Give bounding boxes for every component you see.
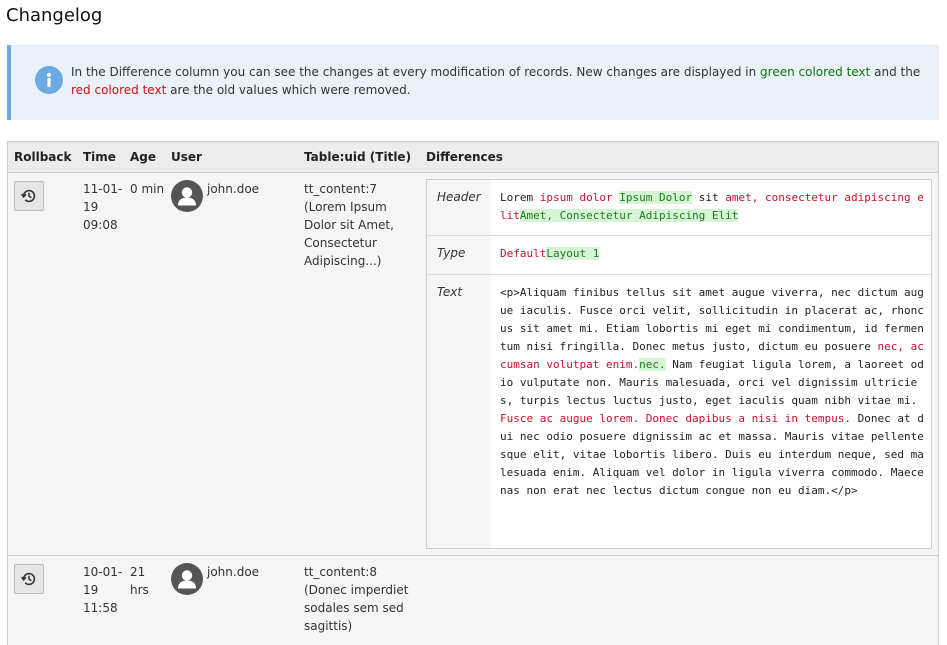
row-record[interactable]: tt_content:7 (Lorem Ipsum Dolor sit Amet… — [304, 180, 422, 270]
removed-text: ipsum dolor — [539, 191, 613, 204]
user-avatar-icon — [171, 180, 203, 212]
diff-field-label: Type — [427, 236, 491, 274]
info-callout: In the Difference column you can see the… — [7, 45, 939, 120]
diff-row-header: Header Lorem ipsum dolor Ipsum Dolor sit… — [427, 180, 931, 236]
diff-value: Lorem ipsum dolor Ipsum Dolor sit amet, … — [500, 189, 925, 225]
info-green-text: green colored text — [760, 65, 871, 79]
rollback-button[interactable] — [14, 564, 44, 594]
row-age: 0 min — [130, 182, 165, 196]
row-age: 21 hrs — [130, 565, 149, 597]
info-text-after: are the old values which were removed. — [166, 83, 411, 97]
unchanged-text: Lorem — [500, 191, 540, 204]
unchanged-text: <p>Aliquam finibus tellus sit amet augue… — [500, 286, 924, 353]
table-row: 11-01-19 09:08 0 min john.doe tt_content… — [8, 173, 938, 556]
diff-row-type: Type DefaultLayout 1 — [427, 236, 931, 275]
row-time: 10-01-19 11:58 — [83, 565, 123, 615]
rollback-button[interactable] — [14, 181, 44, 211]
unchanged-text: sit — [692, 191, 726, 204]
removed-text: Fusce ac augue lorem. Donec dapibus a ni… — [500, 412, 851, 425]
changelog-table: Rollback Time Age User Table:uid (Title)… — [7, 141, 939, 645]
history-icon — [21, 572, 36, 586]
header-time: Time — [83, 150, 116, 164]
header-rollback: Rollback — [14, 150, 72, 164]
header-age: Age — [130, 150, 157, 164]
info-text-middle: and the — [870, 65, 921, 79]
diff-value: <p>Aliquam finibus tellus sit amet augue… — [500, 284, 925, 500]
row-time: 11-01-19 09:08 — [83, 182, 123, 232]
table-row: 10-01-19 11:58 21 hrs john.doe tt_conten… — [8, 556, 938, 645]
page-title: Changelog — [6, 5, 103, 26]
info-red-text: red colored text — [71, 83, 167, 97]
diff-field-label: Text — [427, 275, 491, 548]
inserted-text: Amet, Consectetur Adipiscing Elit — [519, 209, 739, 222]
header-table-uid: Table:uid (Title) — [304, 150, 412, 164]
diff-field-label: Header — [427, 180, 491, 235]
user-avatar-icon — [171, 563, 203, 595]
username[interactable]: john.doe — [207, 180, 259, 198]
row-record[interactable]: tt_content:8 (Donec imperdiet sodales se… — [304, 563, 422, 635]
differences-table: Header Lorem ipsum dolor Ipsum Dolor sit… — [426, 179, 932, 549]
history-icon — [21, 189, 36, 203]
diff-value: DefaultLayout 1 — [500, 245, 925, 263]
table-header: Rollback Time Age User Table:uid (Title)… — [8, 142, 938, 173]
info-text-before: In the Difference column you can see the… — [71, 65, 761, 79]
inserted-text: nec. — [639, 358, 666, 371]
header-user: User — [171, 150, 202, 164]
removed-text: Default — [500, 247, 547, 260]
username[interactable]: john.doe — [207, 563, 259, 581]
inserted-text: Layout 1 — [546, 247, 600, 260]
info-icon — [35, 66, 63, 94]
info-message: In the Difference column you can see the… — [71, 63, 921, 99]
inserted-text: Ipsum Dolor — [619, 191, 693, 204]
header-differences: Differences — [426, 150, 503, 164]
diff-row-text: Text <p>Aliquam finibus tellus sit amet … — [427, 275, 931, 548]
